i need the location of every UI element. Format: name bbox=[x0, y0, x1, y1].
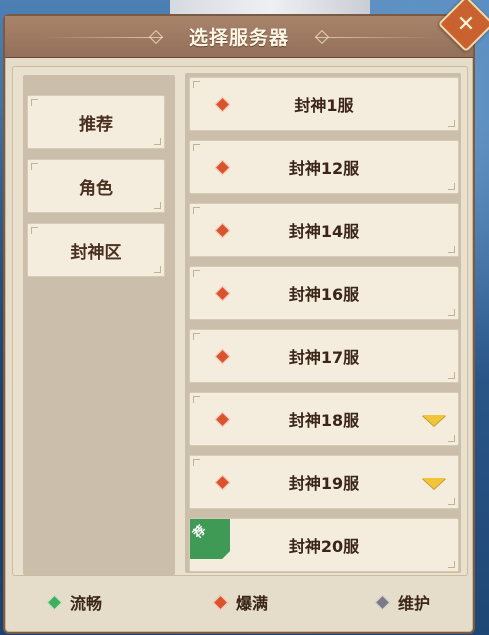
server-select-dialog: 选择服务器 推荐 角色 封神区 封神1服封神12服封神14服封神16服封神17服… bbox=[3, 14, 475, 634]
server-row[interactable]: 封神19服 bbox=[189, 455, 459, 509]
full-status-icon bbox=[214, 348, 231, 365]
title-ornament-line-right bbox=[315, 37, 435, 38]
close-icon: ✕ bbox=[456, 11, 476, 37]
full-status-icon bbox=[214, 222, 231, 239]
server-name: 封神14服 bbox=[288, 222, 360, 241]
server-name: 封神19服 bbox=[288, 474, 360, 493]
server-name: 封神18服 bbox=[288, 411, 360, 430]
tab-my-characters[interactable]: 角色 bbox=[27, 159, 165, 213]
maintenance-status-icon bbox=[374, 594, 391, 610]
background-character-art bbox=[170, 0, 370, 14]
full-status-icon bbox=[214, 159, 231, 176]
server-category-sidebar: 推荐 角色 封神区 bbox=[23, 75, 175, 575]
server-row[interactable]: 封神1服 bbox=[189, 77, 459, 131]
full-status-icon bbox=[214, 474, 231, 491]
full-status-icon bbox=[214, 285, 231, 302]
tab-recommended[interactable]: 推荐 bbox=[27, 95, 165, 149]
full-status-icon bbox=[214, 96, 231, 113]
full-status-icon bbox=[214, 411, 231, 428]
smooth-status-icon bbox=[46, 594, 63, 610]
full-status-icon bbox=[212, 594, 229, 610]
server-row[interactable]: 封神12服 bbox=[189, 140, 459, 194]
recommended-ribbon-label: 荐 bbox=[190, 522, 209, 542]
expand-triangle-icon[interactable] bbox=[422, 478, 446, 489]
legend-full: 爆满 bbox=[212, 590, 269, 614]
expand-triangle-icon[interactable] bbox=[422, 415, 446, 426]
recommended-ribbon: 荐 bbox=[190, 519, 230, 559]
server-name: 封神1服 bbox=[294, 96, 354, 115]
dialog-title: 选择服务器 bbox=[188, 27, 289, 49]
legend-maintenance: 维护 bbox=[374, 590, 431, 614]
dialog-title-bar: 选择服务器 bbox=[5, 16, 473, 58]
server-name: 封神17服 bbox=[288, 348, 360, 367]
server-row[interactable]: 封神16服 bbox=[189, 266, 459, 320]
legend-label: 爆满 bbox=[236, 594, 269, 613]
server-row[interactable]: 封神20服 荐 bbox=[189, 518, 459, 572]
server-row[interactable]: 封神14服 bbox=[189, 203, 459, 257]
tab-label: 封神区 bbox=[70, 242, 122, 263]
server-list[interactable]: 封神1服封神12服封神14服封神16服封神17服封神18服封神19服封神20服 荐 bbox=[185, 73, 461, 573]
tab-label: 推荐 bbox=[79, 114, 113, 135]
server-row[interactable]: 封神18服 bbox=[189, 392, 459, 446]
server-row[interactable]: 封神17服 bbox=[189, 329, 459, 383]
legend-smooth: 流畅 bbox=[46, 590, 103, 614]
server-status-legend: 流畅 爆满 维护 bbox=[5, 582, 473, 622]
tab-fengshen-zone[interactable]: 封神区 bbox=[27, 223, 165, 277]
title-ornament-diamond-left bbox=[148, 29, 164, 45]
legend-label: 维护 bbox=[398, 594, 431, 613]
server-name: 封神16服 bbox=[288, 285, 360, 304]
server-name: 封神20服 bbox=[288, 537, 360, 556]
dialog-content: 推荐 角色 封神区 封神1服 封神12服 封神14服 封神16服 封神17服 封神18服封… bbox=[12, 66, 468, 576]
title-ornament-line-left bbox=[43, 37, 163, 38]
legend-label: 流畅 bbox=[70, 594, 103, 613]
tab-label: 角色 bbox=[79, 178, 113, 199]
server-name: 封神12服 bbox=[288, 159, 360, 178]
